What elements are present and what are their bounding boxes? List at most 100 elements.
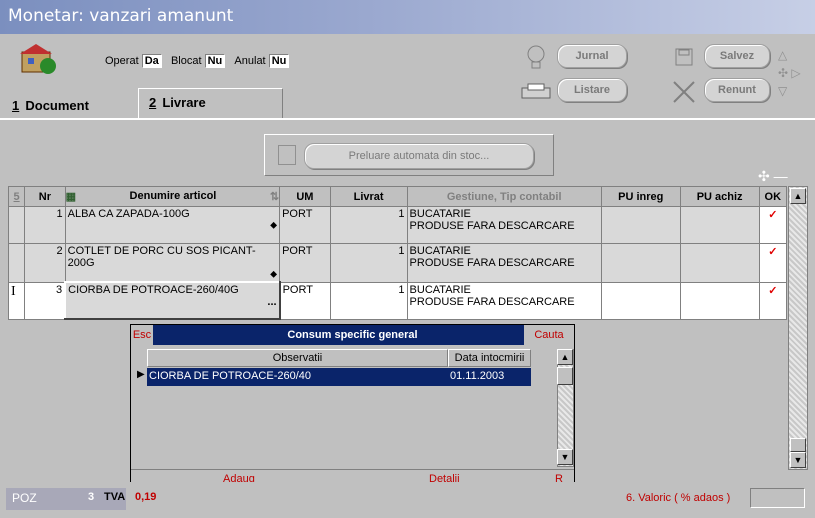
table-row[interactable]: 1 ALBA CA ZAPADA-100G ⬥ PORT 1 BUCATARIE P…: [7, 206, 788, 244]
nav-up-icon[interactable]: △: [778, 46, 812, 64]
salvez-label: Salvez: [719, 50, 755, 62]
table-row[interactable]: I 3 CIORBA DE POTROACE-260/40G... PORT 1…: [7, 281, 788, 320]
popup-col-data[interactable]: Data intocmirii: [448, 349, 531, 367]
cell-livrat: 1: [329, 243, 408, 283]
popup-scroll-down-icon[interactable]: ▼: [557, 449, 573, 465]
cauta-button[interactable]: Cauta: [524, 325, 574, 345]
tab-strip: 1 Document 2 Livrare: [0, 86, 815, 120]
cell-gest1: BUCATARIE: [409, 283, 471, 296]
row-pointer-icon: ▶: [137, 369, 145, 380]
valoric-field[interactable]: [750, 488, 805, 508]
popup-row[interactable]: CIORBA DE POTROACE-260/40 01.11.2003: [147, 368, 531, 386]
cell-um: PORT: [279, 243, 331, 283]
preluare-button[interactable]: Preluare automata din stoc...: [304, 143, 534, 169]
lightbulb-icon[interactable]: [525, 44, 547, 70]
add-row-icon[interactable]: ✣ —: [758, 168, 788, 185]
cell-name-text: CIORBA DE POTROACE-260/40G: [68, 284, 239, 296]
consum-popup: Esc Consum specific general Cauta Observ…: [130, 324, 575, 490]
col-pu-achiz[interactable]: PU achiz: [679, 186, 760, 207]
poz-label: POZ: [12, 491, 37, 505]
cell-pu-inreg: [600, 243, 681, 283]
cell-gest1: BUCATARIE: [409, 245, 471, 257]
window-title: Monetar: vanzari amanunt: [8, 6, 234, 26]
cell-um: PORT: [279, 281, 331, 320]
scroll-up-icon[interactable]: ▲: [790, 188, 806, 204]
save-icon[interactable]: [675, 48, 693, 66]
ok-check-icon[interactable]: ✓: [758, 281, 788, 320]
salvez-button[interactable]: Salvez: [704, 44, 770, 68]
cell-livrat: 1: [329, 206, 408, 244]
cell-name[interactable]: COTLET DE PORC CU SOS PICANT-200G ⬥: [64, 243, 281, 283]
col-denumire-label: Denumire articol: [129, 190, 217, 202]
blocat-value: Nu: [204, 54, 226, 68]
jurnal-label: Jurnal: [575, 50, 609, 62]
recipe-icon[interactable]: ⬥: [68, 220, 277, 231]
anulat-value: Nu: [268, 54, 290, 68]
tva-label: TVA: [104, 491, 126, 503]
col-denumire[interactable]: ▦ Denumire articol ⇅: [64, 186, 281, 207]
cell-name[interactable]: ALBA CA ZAPADA-100G ⬥: [64, 206, 281, 244]
popup-list: Observatii Data intocmirii ▶ CIORBA DE P…: [135, 349, 555, 467]
cell-gest2: PRODUSE FARA DESCARCARE: [409, 257, 575, 269]
cell-name-active[interactable]: CIORBA DE POTROACE-260/40G...: [64, 281, 281, 320]
status-fields: Operat Da Blocat Nu Anulat Nu: [105, 54, 290, 68]
ellipsis-button[interactable]: ...: [68, 296, 276, 308]
ok-check-icon[interactable]: ✓: [758, 243, 788, 283]
popup-row-date: 01.11.2003: [450, 370, 505, 382]
col-gestiune[interactable]: Gestiune, Tip contabil: [406, 186, 602, 207]
operat-label: Operat: [105, 55, 139, 67]
popup-scroll-thumb[interactable]: [557, 367, 573, 385]
col-livrat[interactable]: Livrat: [329, 186, 408, 207]
cell-gest1: BUCATARIE: [409, 208, 471, 220]
popup-scroll-up-icon[interactable]: ▲: [557, 349, 573, 365]
cell-name-text: COTLET DE PORC CU SOS PICANT-200G: [67, 245, 256, 269]
cell-gestiune: BUCATARIE PRODUSE FARA DESCARCARE: [406, 281, 602, 320]
tab-livrare-num: 2: [149, 95, 157, 110]
table-row[interactable]: 2 COTLET DE PORC CU SOS PICANT-200G ⬥ POR…: [7, 243, 788, 283]
cell-pu-achiz: [679, 281, 760, 320]
tab-document-num: 1: [12, 98, 20, 113]
jurnal-button[interactable]: Jurnal: [557, 44, 627, 68]
nav-add-icon[interactable]: ✣ ▷: [778, 64, 812, 82]
table-header: 5 Nr ▦ Denumire articol ⇅ UM Livrat Gestiu…: [7, 186, 788, 207]
cell-nr: 1: [24, 206, 66, 244]
anulat-label: Anulat: [234, 55, 266, 67]
row-cursor-marker: I: [7, 281, 26, 320]
scroll-down-icon[interactable]: ▼: [790, 452, 806, 468]
cell-nr: 3: [24, 281, 66, 320]
main-scrollbar[interactable]: [788, 186, 808, 470]
tab-document[interactable]: 1 Document: [2, 92, 137, 120]
col-pu-inreg[interactable]: PU inreg: [600, 186, 681, 207]
tva-value: 0,19: [135, 491, 157, 503]
corner-cell: 5: [7, 186, 26, 207]
cell-gest2: PRODUSE FARA DESCARCARE: [409, 295, 575, 308]
scroll-thumb[interactable]: [790, 438, 806, 452]
items-table: 5 Nr ▦ Denumire articol ⇅ UM Livrat Gestiu…: [7, 186, 788, 320]
cell-gest2: PRODUSE FARA DESCARCARE: [409, 220, 575, 232]
preluare-label: Preluare automata din stoc...: [348, 150, 490, 162]
cell-pu-achiz: [679, 243, 760, 283]
popup-header: Esc Consum specific general Cauta: [131, 325, 574, 345]
esc-button[interactable]: Esc: [131, 325, 153, 345]
cell-pu-inreg: [600, 281, 681, 320]
document-icon: [278, 145, 296, 165]
cell-gestiune: BUCATARIE PRODUSE FARA DESCARCARE: [406, 206, 602, 244]
tab-livrare[interactable]: 2 Livrare: [138, 88, 283, 120]
col-um[interactable]: UM: [279, 186, 331, 207]
popup-title: Consum specific general: [287, 329, 418, 341]
popup-row-name: CIORBA DE POTROACE-260/40: [149, 370, 311, 382]
cell-livrat: 1: [329, 281, 408, 320]
row-marker: [7, 243, 26, 283]
cell-nr: 2: [24, 243, 66, 283]
popup-col-observatii[interactable]: Observatii: [147, 349, 448, 367]
col-nr[interactable]: Nr: [24, 186, 66, 207]
valoric-label[interactable]: 6. Valoric ( % adaos ): [626, 492, 730, 504]
ok-check-icon[interactable]: ✓: [758, 206, 788, 244]
row-marker: [7, 206, 26, 244]
tree-icon: ▦: [65, 191, 77, 203]
blocat-label: Blocat: [170, 55, 202, 67]
status-bar: POZ 3 TVA 0,19 6. Valoric ( % adaos ): [0, 482, 815, 518]
recipe-icon[interactable]: ⬥: [68, 269, 277, 280]
poz-value: 3: [88, 491, 95, 503]
col-ok[interactable]: OK: [758, 186, 788, 207]
